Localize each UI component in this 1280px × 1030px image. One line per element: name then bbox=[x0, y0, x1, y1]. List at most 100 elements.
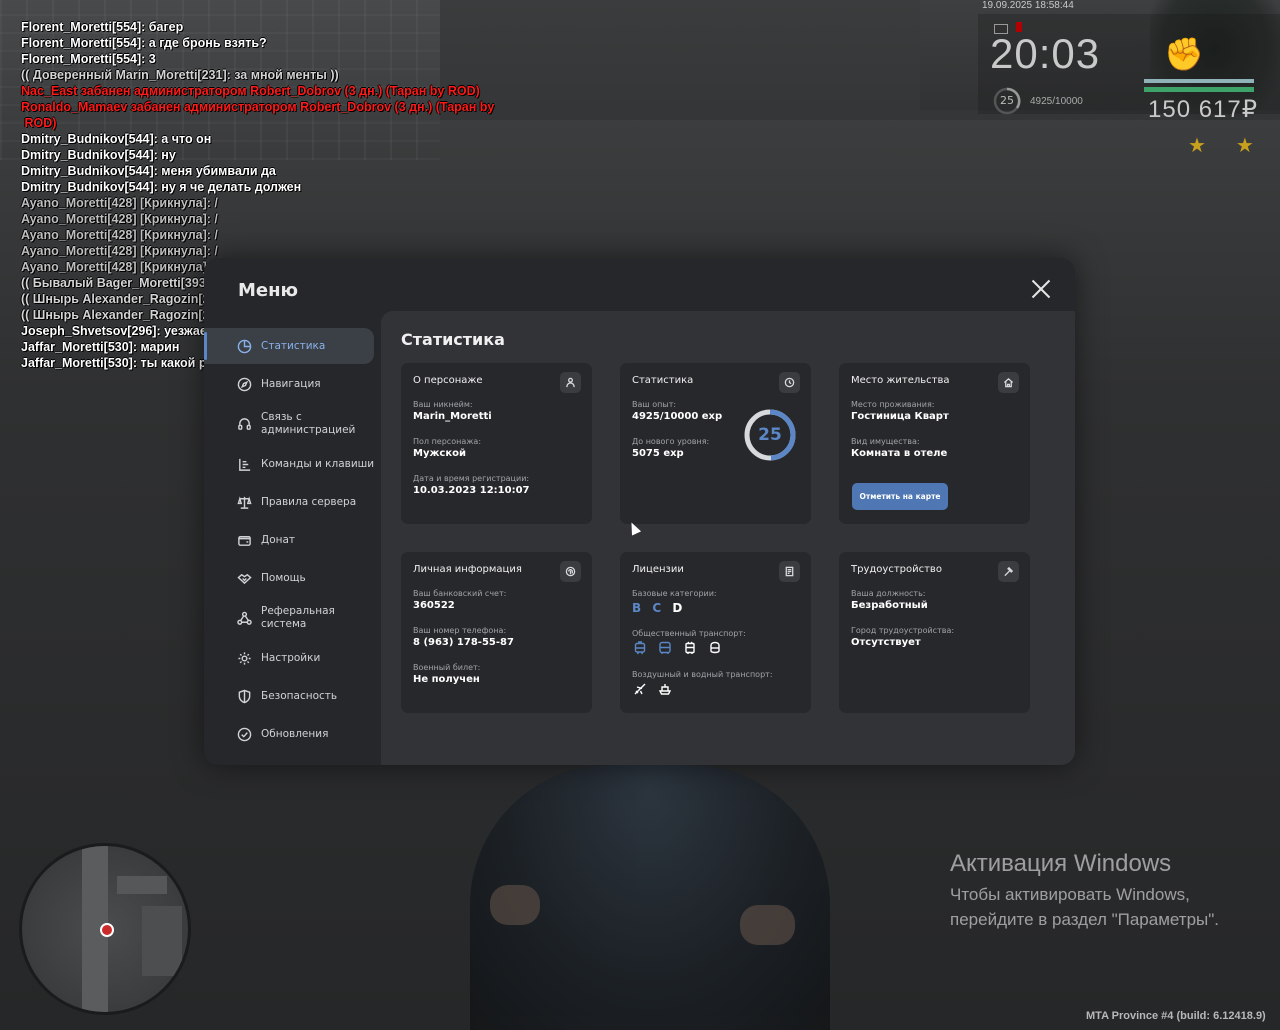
level-value: 25 bbox=[758, 425, 782, 445]
armor-bar bbox=[1144, 87, 1254, 92]
mark-on-map-button[interactable]: Отметить на карте bbox=[852, 483, 948, 510]
card-title: Трудоустройство bbox=[851, 564, 942, 575]
chat-line: Florent_Moretti[554]: багер bbox=[21, 20, 184, 34]
military-id-value: Не получен bbox=[413, 674, 480, 685]
chat-line: Ayano_Moretti[428] [Крикнула]: / bbox=[21, 212, 218, 226]
sidebar-item-commands[interactable]: Команды и клавиши bbox=[204, 446, 381, 482]
sidebar-item-label: Команды и клавиши bbox=[261, 457, 375, 470]
minimap bbox=[19, 843, 191, 1015]
license-category-b: B bbox=[632, 601, 642, 615]
health-bar bbox=[1144, 79, 1254, 83]
headset-icon bbox=[236, 416, 252, 432]
hud: 19.09.2025 18:58:44 20:03 25 4925/10000 … bbox=[978, 0, 1280, 160]
chat-line: Ayano_Moretti[428] [Крикнула]: / bbox=[21, 196, 218, 210]
minimap-block bbox=[142, 906, 182, 976]
residence-value: Гостиница Кварт bbox=[851, 411, 949, 422]
license-icon bbox=[779, 561, 800, 582]
sidebar-item-referral[interactable]: Реферальная система bbox=[204, 598, 381, 638]
card-licenses: Лицензии Базовые категории: B C D Общест… bbox=[620, 552, 811, 713]
pie-chart-icon bbox=[236, 338, 252, 354]
hud-money: 150 617₽ bbox=[1148, 96, 1259, 123]
sidebar-item-settings[interactable]: Настройки bbox=[204, 640, 381, 676]
hud-level: 25 bbox=[1000, 94, 1014, 107]
public-transport-icons bbox=[632, 640, 723, 656]
chat-line: (( Доверенный Marin_Moretti[231]: за мно… bbox=[21, 68, 339, 82]
hud-level-ring: 25 bbox=[992, 86, 1022, 116]
check-badge-icon bbox=[236, 726, 252, 742]
handshake-icon bbox=[236, 570, 252, 586]
air-water-transport-label: Воздушный и водный транспорт: bbox=[632, 670, 773, 679]
sidebar-item-label: Донат bbox=[261, 533, 296, 546]
chat-line: Ronaldo_Mamaev забанен администратором R… bbox=[21, 100, 495, 130]
card-title: Статистика bbox=[632, 375, 694, 386]
statistics-content: Статистика О персонаже Ваш никнейм: Mari… bbox=[381, 311, 1075, 765]
keyboard-icon bbox=[236, 456, 252, 472]
military-id-label: Военный билет: bbox=[413, 663, 481, 672]
sidebar-item-security[interactable]: Безопасность bbox=[204, 678, 381, 714]
player-marker-icon bbox=[100, 923, 114, 937]
minimap-road bbox=[117, 876, 167, 894]
chat-line: Dmitry_Budnikov[544]: ну я че делать дол… bbox=[21, 180, 302, 194]
menu-panel: Меню Статистика Навигация Связь с админи… bbox=[204, 258, 1075, 765]
phone-value: 8 (963) 178-55-87 bbox=[413, 637, 514, 648]
fingerprint-icon bbox=[560, 561, 581, 582]
person-icon bbox=[560, 372, 581, 393]
sidebar-item-label: Обновления bbox=[261, 727, 329, 740]
hammer-icon bbox=[998, 561, 1019, 582]
sidebar-item-label: Помощь bbox=[261, 571, 306, 584]
hud-time: 20:03 bbox=[990, 30, 1101, 77]
nickname-label: Ваш никнейм: bbox=[413, 400, 473, 409]
menu-title: Меню bbox=[238, 280, 299, 301]
property-type-value: Комната в отеле bbox=[851, 448, 948, 459]
job-value: Безработный bbox=[851, 600, 928, 611]
build-info: MTA Province #4 (build: 6.12418.9) bbox=[1086, 1010, 1266, 1022]
chat-line: Dmitry_Budnikov[544]: а что он bbox=[21, 132, 212, 146]
next-level-label: До нового уровня: bbox=[632, 437, 710, 446]
card-employment: Трудоустройство Ваша должность: Безработ… bbox=[839, 552, 1030, 713]
home-icon bbox=[998, 372, 1019, 393]
gear-icon bbox=[236, 650, 252, 666]
metro-icon bbox=[707, 640, 723, 656]
property-type-label: Вид имущества: bbox=[851, 437, 920, 446]
bus-icon bbox=[657, 640, 673, 656]
scales-icon bbox=[236, 494, 252, 510]
sidebar-item-statistics[interactable]: Статистика bbox=[204, 328, 374, 364]
sidebar-item-label: Настройки bbox=[261, 651, 321, 664]
base-categories-label: Базовые категории: bbox=[632, 589, 717, 598]
card-stats: Статистика Ваш опыт: 4925/10000 exp До н… bbox=[620, 363, 811, 524]
windows-activation-title: Активация Windows bbox=[950, 850, 1172, 877]
hud-datetime: 19.09.2025 18:58:44 bbox=[982, 0, 1074, 11]
chat-line: Nac_East забанен администратором Robert_… bbox=[21, 84, 480, 98]
sidebar-item-updates[interactable]: Обновления bbox=[204, 716, 381, 752]
sidebar-item-donate[interactable]: Донат bbox=[204, 522, 381, 558]
chat-line: Dmitry_Budnikov[544]: меня убимвали да bbox=[21, 164, 276, 178]
sidebar-item-rules[interactable]: Правила сервера bbox=[204, 484, 381, 520]
card-title: Лицензии bbox=[632, 564, 684, 575]
registration-label: Дата и время регистрации: bbox=[413, 474, 530, 483]
next-level-value: 5075 exp bbox=[632, 448, 684, 459]
wallet-icon bbox=[236, 532, 252, 548]
sidebar-item-help[interactable]: Помощь bbox=[204, 560, 381, 596]
air-water-transport-icons bbox=[632, 681, 673, 697]
chat-line: Ayano_Moretti[428] [Крикнула]: / bbox=[21, 228, 218, 242]
sidebar-item-label: Связь с администрацией bbox=[261, 411, 356, 436]
wanted-stars: ★★ bbox=[1188, 133, 1280, 157]
chat-line: Florent_Moretti[554]: 3 bbox=[21, 52, 156, 66]
exp-value: 4925/10000 exp bbox=[632, 411, 723, 422]
card-residence: Место жительства Место проживания: Гости… bbox=[839, 363, 1030, 524]
close-button[interactable] bbox=[1028, 276, 1054, 302]
license-categories: B C D bbox=[632, 601, 689, 615]
chat-line: Ayano_Moretti[428] [Крикнула]: / bbox=[21, 244, 218, 258]
sidebar-item-label: Безопасность bbox=[261, 689, 338, 702]
shield-icon bbox=[236, 688, 252, 704]
sidebar-item-label: Реферальная система bbox=[261, 605, 335, 630]
sidebar-item-label: Статистика bbox=[261, 339, 326, 352]
boat-icon bbox=[657, 681, 673, 697]
player-character bbox=[470, 765, 830, 1030]
residence-label: Место проживания: bbox=[851, 400, 935, 409]
sidebar-item-navigation[interactable]: Навигация bbox=[204, 366, 381, 402]
sidebar-item-admin-contact[interactable]: Связь с администрацией bbox=[204, 404, 381, 444]
trolleybus-icon bbox=[682, 640, 698, 656]
left-hand bbox=[490, 885, 540, 925]
bank-account-value: 360522 bbox=[413, 600, 455, 611]
